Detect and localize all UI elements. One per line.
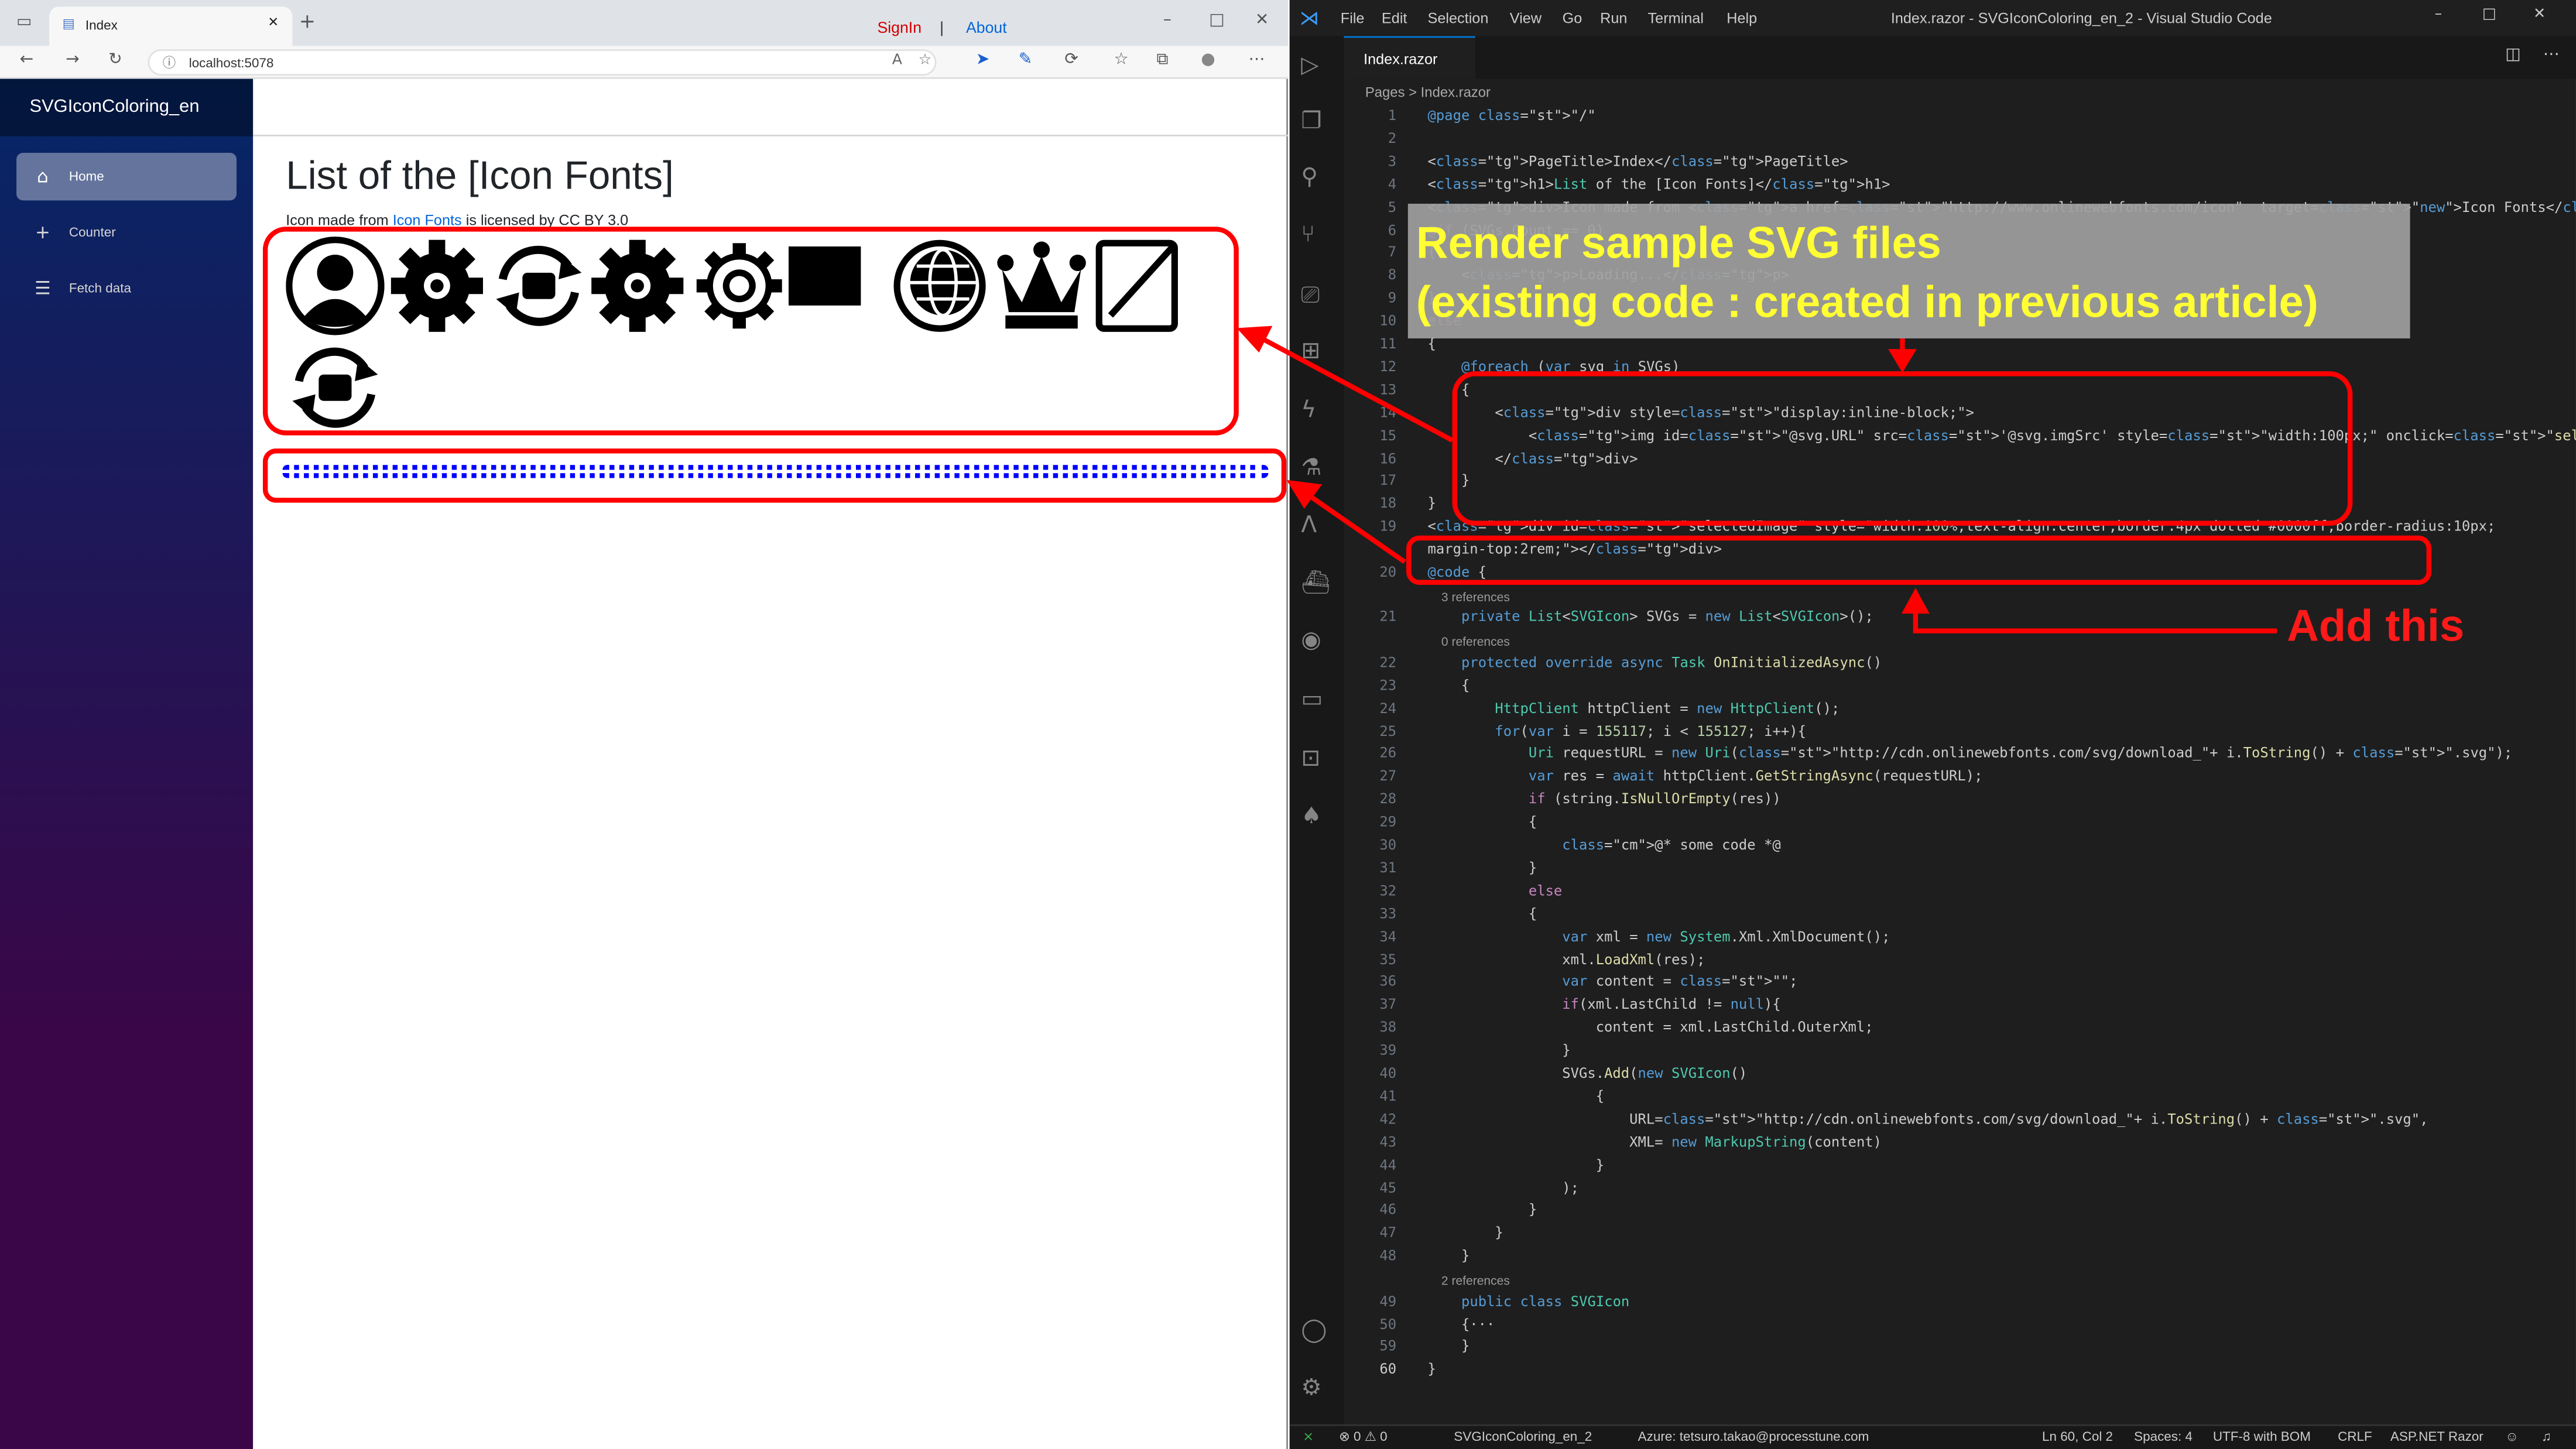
arrow-to-icons-line: [1260, 336, 1454, 443]
annotation-arrows: [1236, 326, 2277, 633]
arrow-to-icons-head: [1236, 326, 1273, 353]
arrow-down-head: [1888, 349, 1917, 373]
arrow-add-head: [1901, 588, 1930, 614]
arrow-to-dotted-line: [1306, 492, 1406, 564]
arrow-add-line: [1913, 608, 2277, 633]
